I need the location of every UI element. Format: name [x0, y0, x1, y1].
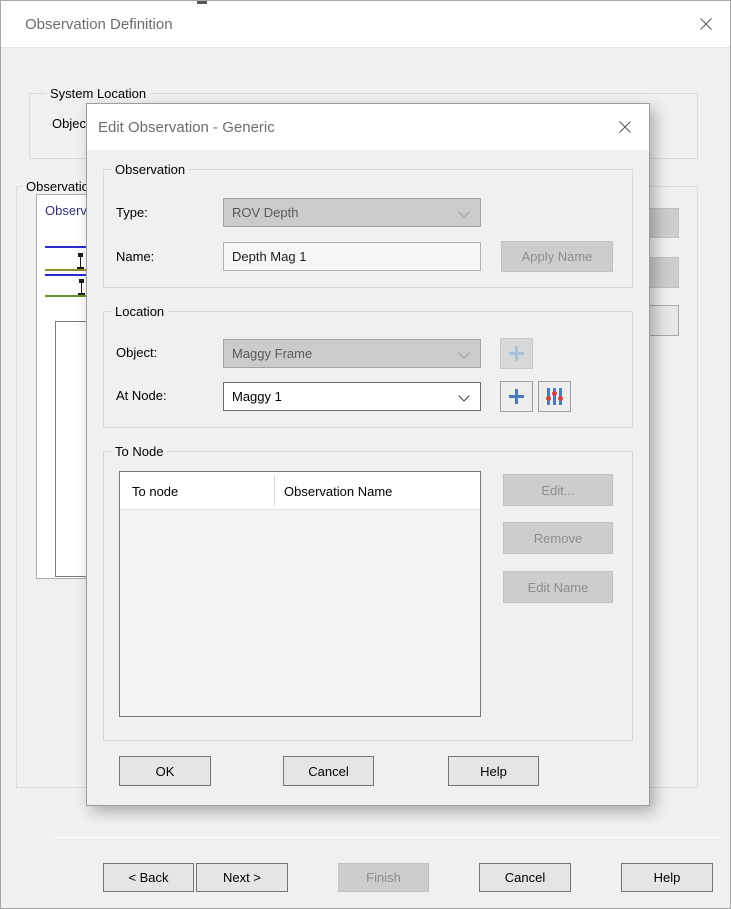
type-value: ROV Depth — [232, 205, 298, 220]
screen: Observation Definition System Location O… — [0, 0, 731, 909]
chevron-down-icon — [458, 390, 469, 401]
at-node-value: Maggy 1 — [232, 389, 282, 404]
wizard-cancel-button[interactable]: Cancel — [479, 863, 571, 892]
at-node-label: At Node: — [116, 388, 167, 403]
close-icon — [618, 120, 632, 137]
column-divider[interactable] — [274, 475, 275, 506]
add-object-node-button — [500, 338, 533, 369]
modal-help-button[interactable]: Help — [448, 756, 539, 786]
modal-cancel-button[interactable]: Cancel — [283, 756, 374, 786]
add-node-button[interactable] — [500, 381, 533, 412]
back-button[interactable]: < Back — [103, 863, 194, 892]
node-settings-button[interactable] — [538, 381, 571, 412]
location-group-label: Location — [111, 304, 168, 319]
chevron-down-icon — [458, 206, 469, 217]
close-icon — [699, 17, 713, 34]
wizard-titlebar: Observation Definition — [1, 1, 730, 48]
system-location-group-label: System Location — [46, 86, 150, 101]
next-button[interactable]: Next > — [196, 863, 288, 892]
plus-icon — [509, 346, 524, 361]
to-node-list[interactable]: To node Observation Name — [119, 471, 481, 717]
modal-title: Edit Observation - Generic — [98, 104, 275, 151]
ok-button[interactable]: OK — [119, 756, 211, 786]
finish-button: Finish — [338, 863, 429, 892]
edit-button: Edit... — [503, 474, 613, 506]
depth-node-icon — [78, 279, 85, 295]
sliders-icon — [546, 388, 563, 405]
apply-name-button: Apply Name — [501, 241, 613, 272]
object-value: Maggy Frame — [232, 346, 312, 361]
wizard-title: Observation Definition — [25, 1, 173, 48]
location-object-label: Object: — [116, 345, 157, 360]
at-node-combobox[interactable]: Maggy 1 — [223, 382, 481, 411]
remove-button: Remove — [503, 522, 613, 554]
depth-node-icon — [77, 253, 84, 269]
edit-name-button: Edit Name — [503, 571, 613, 603]
wizard-help-button[interactable]: Help — [621, 863, 713, 892]
wizard-separator — [53, 837, 720, 838]
type-combobox: ROV Depth — [223, 198, 481, 227]
column-header-to-node[interactable]: To node — [132, 484, 178, 499]
edit-observation-dialog: Edit Observation - Generic Observation T… — [86, 103, 650, 806]
modal-close-button[interactable] — [611, 115, 639, 141]
to-node-group-label: To Node — [111, 444, 167, 459]
to-node-list-header: To node Observation Name — [120, 472, 480, 510]
wizard-close-button[interactable] — [692, 12, 720, 38]
chevron-down-icon — [458, 347, 469, 358]
type-label: Type: — [116, 205, 148, 220]
plus-icon — [509, 389, 524, 404]
background-window-edge — [197, 1, 207, 4]
name-label: Name: — [116, 249, 154, 264]
object-combobox: Maggy Frame — [223, 339, 481, 368]
observation-group-label: Observation — [111, 162, 189, 177]
name-input[interactable]: Depth Mag 1 — [223, 242, 481, 271]
modal-titlebar: Edit Observation - Generic — [87, 104, 649, 151]
column-header-observation-name[interactable]: Observation Name — [284, 484, 392, 499]
